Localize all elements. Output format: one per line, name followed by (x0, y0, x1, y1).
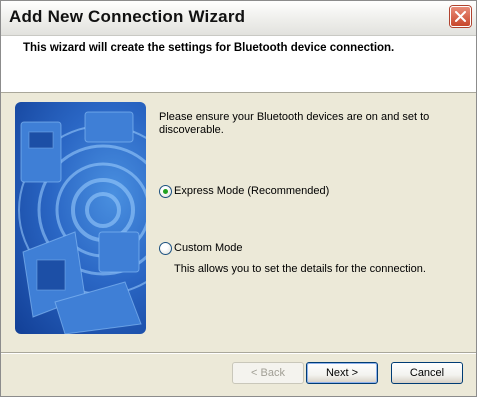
custom-mode-radio[interactable] (159, 242, 172, 255)
intro-text: Please ensure your Bluetooth devices are… (159, 111, 430, 136)
close-button[interactable] (450, 6, 471, 27)
back-button[interactable]: < Back (232, 362, 304, 384)
radio-selected-dot (163, 189, 168, 194)
wizard-window: Add New Connection Wizard This wizard wi… (0, 0, 477, 397)
header-description: This wizard will create the settings for… (23, 42, 395, 54)
express-mode-label[interactable]: Express Mode (Recommended) (174, 185, 329, 198)
footer-divider (1, 352, 476, 354)
close-icon (455, 11, 466, 22)
title-bar[interactable]: Add New Connection Wizard (1, 1, 476, 36)
bluetooth-illustration (15, 102, 146, 334)
cancel-button[interactable]: Cancel (391, 362, 463, 384)
next-button[interactable]: Next > (306, 362, 378, 384)
wizard-header: This wizard will create the settings for… (1, 36, 476, 93)
custom-mode-label[interactable]: Custom Mode (174, 242, 242, 255)
express-mode-radio[interactable] (159, 185, 172, 198)
custom-mode-description: This allows you to set the details for t… (174, 263, 426, 275)
window-title: Add New Connection Wizard (9, 7, 246, 26)
